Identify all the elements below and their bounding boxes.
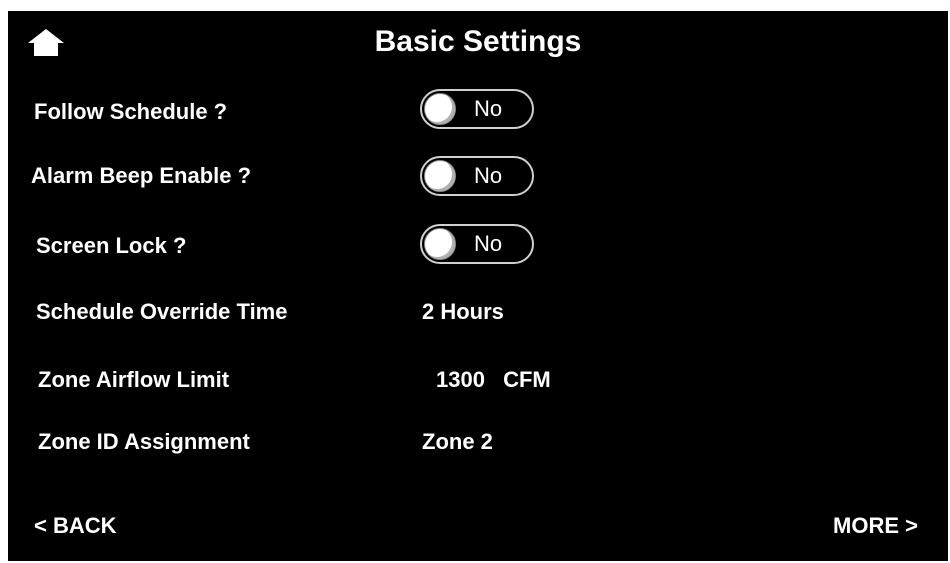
zone-id-label: Zone ID Assignment: [38, 429, 250, 454]
override-time-label: Schedule Override Time: [36, 299, 288, 324]
toggle-state-text: No: [474, 96, 503, 121]
toggle-knob: [424, 160, 456, 192]
zone-id-value[interactable]: Zone 2: [422, 429, 493, 455]
airflow-limit-unit: CFM: [503, 367, 551, 392]
toggle-knob: [424, 93, 456, 125]
settings-screen: Basic Settings Follow Schedule ? No Alar…: [8, 11, 948, 561]
back-button[interactable]: < BACK: [34, 513, 117, 539]
screen-lock-toggle[interactable]: No: [420, 224, 534, 264]
alarm-beep-toggle[interactable]: No: [420, 156, 534, 196]
override-time-value[interactable]: 2 Hours: [422, 299, 504, 325]
toggle-state-text: No: [474, 231, 503, 256]
page-title: Basic Settings: [374, 25, 582, 58]
alarm-beep-label: Alarm Beep Enable ?: [31, 163, 252, 188]
airflow-limit-value[interactable]: 1300 CFM: [436, 367, 551, 393]
toggle-knob: [424, 228, 456, 260]
more-button[interactable]: MORE >: [833, 513, 918, 539]
follow-schedule-label: Follow Schedule ?: [34, 99, 228, 124]
airflow-limit-number: 1300: [436, 367, 485, 392]
toggle-state-text: No: [474, 163, 503, 188]
follow-schedule-toggle[interactable]: No: [420, 89, 534, 129]
screen-lock-label: Screen Lock ?: [36, 233, 187, 258]
airflow-limit-label: Zone Airflow Limit: [38, 367, 230, 392]
